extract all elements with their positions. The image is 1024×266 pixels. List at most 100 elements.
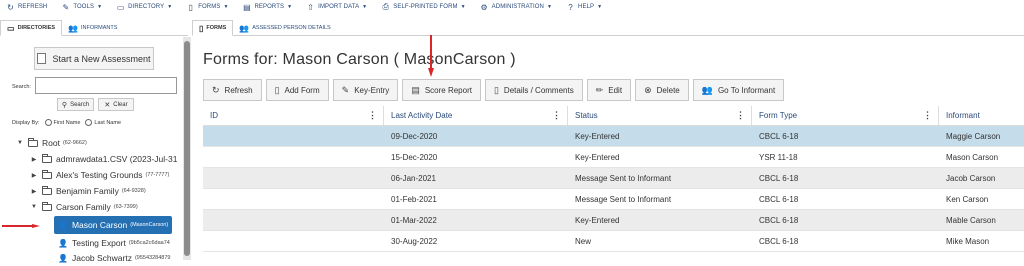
clear-button[interactable]: ✕ Clear [98, 98, 134, 111]
menu-directory[interactable]: ▭ DIRECTORY ▼ [116, 3, 172, 12]
gear-icon: ⚙ [480, 2, 488, 12]
column-menu-icon[interactable]: ⋮ [736, 110, 745, 121]
tab-assessed-person-details[interactable]: 👥 ASSESSED PERSON DETAILS [233, 20, 336, 36]
tree-node[interactable]: ▶ Alex's Testing Grounds (77-7777) [30, 167, 169, 183]
menu-administration[interactable]: ⚙ ADMINISTRATION ▼ [480, 3, 552, 12]
cell-form-type: YSR 11-18 [759, 152, 798, 162]
column-menu-icon[interactable]: ⋮ [552, 110, 561, 121]
column-header-last-activity-date[interactable]: Last Activity Date ⋮ [384, 106, 568, 125]
column-label: Last Activity Date [391, 111, 453, 120]
tree-person[interactable]: 👤 Testing Export (9b5ca2c6daa74 [58, 235, 170, 251]
search-button[interactable]: ⚲ Search [57, 98, 94, 111]
refresh-button[interactable]: ↻ Refresh [203, 79, 262, 101]
menu-label: SELF-PRINTED FORM [393, 4, 458, 10]
add-form-button[interactable]: ▯ Add Form [265, 79, 329, 101]
cell-form-type: CBCL 6-18 [759, 236, 799, 246]
details-comments-button[interactable]: ▯ Details / Comments [484, 79, 583, 101]
cell-date: 01-Mar-2022 [391, 215, 437, 225]
column-header-status[interactable]: Status ⋮ [568, 106, 752, 125]
search-input[interactable] [35, 77, 177, 94]
column-header-form-type[interactable]: Form Type ⋮ [752, 106, 939, 125]
close-icon: ✕ [104, 101, 111, 109]
caret-down-icon: ▼ [97, 4, 103, 10]
tree-node-code: (77-7777) [145, 172, 170, 178]
button-label: Go To Informant [717, 85, 776, 95]
menu-reports[interactable]: ▤ REPORTS ▼ [243, 3, 293, 12]
delete-button[interactable]: ⊗ Delete [635, 79, 689, 101]
menu-self-printed-form[interactable]: ⎙ SELF-PRINTED FORM ▼ [381, 2, 466, 12]
display-by-label: Display By: [12, 119, 40, 126]
menu-tools[interactable]: ✎ TOOLS ▼ [61, 3, 102, 12]
tree-person-selected[interactable]: 👤 Mason Carson (MasonCarson) [54, 216, 173, 234]
button-label: Add Form [284, 85, 320, 95]
column-label: Form Type [759, 111, 798, 120]
button-label: Refresh [224, 85, 253, 95]
cell-status: New [575, 236, 592, 246]
search-icon: ⚲ [61, 101, 68, 109]
caret-down-icon: ▼ [546, 4, 553, 10]
tab-forms[interactable]: ▯ FORMS [192, 20, 234, 36]
column-label: ID [210, 111, 218, 120]
menu-forms[interactable]: ▯ FORMS ▼ [186, 3, 229, 12]
tree-node-code: (63-7399) [113, 204, 138, 210]
display-by-row: Display By: First Name Last Name [12, 119, 121, 126]
right-tab-strip: ▯ FORMS 👥 ASSESSED PERSON DETAILS [192, 20, 1024, 36]
person-icon: 👤 [58, 220, 68, 230]
cell-date: 09-Dec-2020 [391, 131, 438, 141]
column-header-id[interactable]: ID ⋮ [203, 106, 384, 125]
menu-refresh[interactable]: ↻ REFRESH [6, 3, 47, 12]
column-menu-icon[interactable]: ⋮ [923, 110, 932, 121]
menu-label: IMPORT DATA [318, 4, 360, 10]
table-row[interactable]: 30-Aug-2022 New CBCL 6-18 Mike Mason [203, 231, 1024, 252]
menu-help[interactable]: ? HELP ▼ [566, 3, 602, 12]
annotation-arrow-down-icon [428, 35, 434, 77]
chevron-right-icon: ▶ [31, 156, 37, 163]
caret-down-icon: ▼ [287, 4, 293, 10]
chevron-right-icon: ▶ [31, 172, 37, 179]
button-label: Delete [656, 85, 680, 95]
column-label: Informant [946, 111, 980, 120]
tab-label: FORMS [206, 25, 227, 31]
delete-icon: ⊗ [644, 84, 652, 95]
cell-informant: Mason Carson [946, 152, 999, 162]
go-to-informant-button[interactable]: 👥 Go To Informant [692, 79, 785, 101]
cell-date: 15-Dec-2020 [391, 152, 438, 162]
tab-label: INFORMANTS [81, 25, 118, 31]
last-name-label: Last Name [94, 119, 122, 126]
cell-informant: Mike Mason [946, 236, 990, 246]
tree-node[interactable]: ▼ Carson Family (63-7399) [30, 199, 138, 215]
table-row[interactable]: 01-Feb-2021 Message Sent to Informant CB… [203, 189, 1024, 210]
score-report-button[interactable]: ▤ Score Report [402, 79, 481, 101]
tree-node[interactable]: ▶ admrawdata1.CSV (2023-Jul-31 [30, 151, 177, 167]
tree-node-code: (9b5ca2c6daa74 [128, 240, 170, 246]
column-header-informant[interactable]: Informant [939, 106, 1024, 125]
tree-node-code: (95543284879 [134, 255, 171, 261]
last-name-radio[interactable] [85, 119, 93, 126]
start-new-assessment-button[interactable]: Start a New Assessment [34, 47, 154, 70]
cell-form-type: CBCL 6-18 [759, 215, 799, 225]
first-name-radio[interactable] [44, 119, 52, 126]
edit-button[interactable]: ✏ Edit [586, 79, 632, 101]
users-icon: 👥 [68, 23, 79, 33]
upload-icon: ⇧ [307, 2, 315, 12]
tab-informants[interactable]: 👥 INFORMANTS [62, 20, 123, 36]
column-menu-icon[interactable]: ⋮ [368, 110, 377, 121]
menu-label: TOOLS [73, 4, 95, 10]
tree-person[interactable]: 👤 Jacob Schwartz (95543284879 [58, 250, 170, 266]
menu-import-data[interactable]: ⇧ IMPORT DATA ▼ [306, 3, 367, 12]
folder-icon [28, 137, 38, 147]
left-panel-scrollbar[interactable] [183, 37, 191, 260]
tree-node[interactable]: ▶ Benjamin Family (64-9328) [30, 183, 146, 199]
caret-down-icon: ▼ [460, 4, 466, 10]
search-label: Search: [12, 84, 31, 90]
table-row[interactable]: 01-Mar-2022 Key-Entered CBCL 6-18 Mable … [203, 210, 1024, 231]
tree-node-root[interactable]: ▼ Root (62-9662) [16, 135, 87, 151]
table-row[interactable]: 06-Jan-2021 Message Sent to Informant CB… [203, 168, 1024, 189]
table-row[interactable]: 09-Dec-2020 Key-Entered CBCL 6-18 Maggie… [203, 126, 1024, 147]
folder-icon [42, 153, 52, 163]
file-icon [37, 53, 47, 64]
scrollbar-thumb[interactable] [184, 41, 190, 256]
key-entry-button[interactable]: ✎ Key-Entry [332, 79, 399, 101]
tab-directories[interactable]: ▭ DIRECTORIES [0, 20, 63, 36]
table-row[interactable]: 15-Dec-2020 Key-Entered YSR 11-18 Mason … [203, 147, 1024, 168]
